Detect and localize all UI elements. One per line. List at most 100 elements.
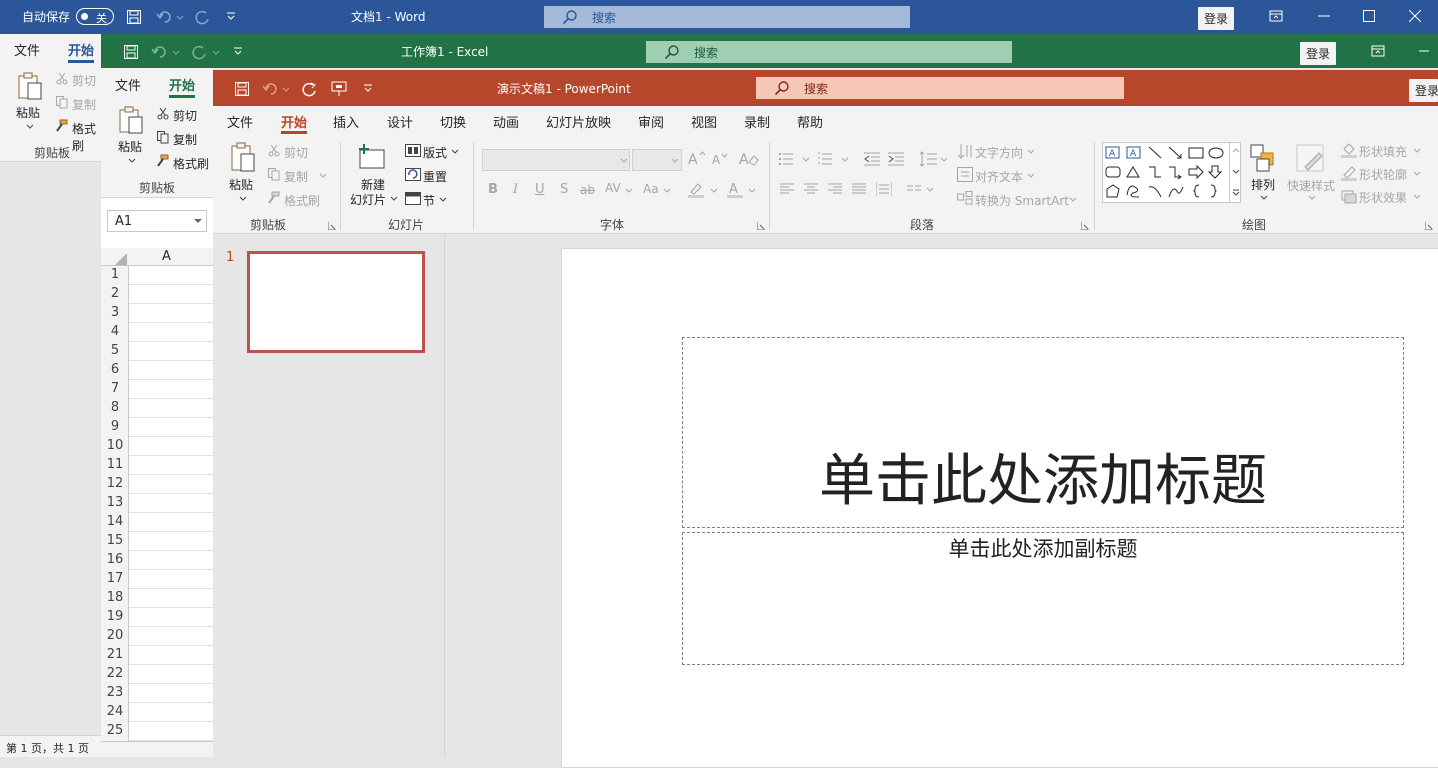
chevron-down-icon[interactable] [663, 188, 671, 194]
font-color-icon[interactable]: A [727, 181, 743, 198]
gallery-more-icon[interactable] [1232, 189, 1240, 197]
cell-a14[interactable] [129, 513, 213, 532]
cell-a10[interactable] [129, 437, 213, 456]
subtitle-placeholder[interactable]: 单击此处添加副标题 [682, 532, 1404, 665]
row-header[interactable]: 14 [101, 514, 129, 529]
align-text-label[interactable]: 对齐文本 [975, 168, 1023, 185]
numbering-icon[interactable] [818, 152, 852, 166]
ribbon-display-icon[interactable] [1269, 10, 1283, 22]
row-header[interactable]: 12 [101, 476, 129, 491]
arrange-label[interactable]: 排列 [1251, 176, 1275, 193]
shape-fill-label[interactable]: 形状填充 [1359, 143, 1407, 160]
subtitle-placeholder-text[interactable]: 单击此处添加副标题 [683, 535, 1403, 563]
row-header[interactable]: 20 [101, 628, 129, 643]
chevron-down-icon[interactable] [319, 173, 327, 179]
row-header[interactable]: 23 [101, 685, 129, 700]
align-text-icon[interactable] [957, 167, 973, 182]
tab-file[interactable]: 文件 [115, 75, 141, 94]
copy-icon[interactable] [157, 131, 169, 144]
row-header[interactable]: 18 [101, 590, 129, 605]
cell-a13[interactable] [129, 494, 213, 513]
tab-file[interactable]: 文件 [227, 112, 253, 131]
justify-icon[interactable] [852, 183, 866, 195]
chevron-down-icon[interactable] [1413, 171, 1421, 177]
tab-insert[interactable]: 插入 [333, 112, 359, 131]
shape-effects-icon[interactable] [1341, 188, 1357, 204]
undo-icon[interactable] [156, 9, 184, 25]
chevron-down-icon[interactable] [128, 158, 136, 164]
row-header[interactable]: 3 [101, 305, 129, 320]
bullets-icon[interactable] [779, 152, 813, 166]
chevron-down-icon[interactable] [748, 188, 756, 194]
shape-outline-icon[interactable] [1341, 165, 1357, 181]
increase-indent-icon[interactable] [888, 152, 904, 166]
new-slide-label-2[interactable]: 幻灯片 [350, 191, 386, 208]
row-header[interactable]: 4 [101, 324, 129, 339]
smartart-icon[interactable] [957, 191, 973, 206]
redo-icon[interactable] [191, 44, 221, 60]
strikethrough-button[interactable]: ab [580, 183, 595, 197]
chevron-down-icon[interactable] [1260, 195, 1268, 201]
cell-a17[interactable] [129, 570, 213, 589]
new-slide-icon[interactable] [358, 143, 388, 171]
cell-a6[interactable] [129, 361, 213, 380]
row-header[interactable]: 1 [101, 267, 129, 282]
decrease-font-icon[interactable]: A [712, 152, 728, 166]
reset-label[interactable]: 重置 [423, 168, 447, 185]
close-icon[interactable] [1409, 10, 1421, 22]
undo-icon[interactable] [262, 81, 292, 97]
tab-home[interactable]: 开始 [68, 40, 94, 59]
gallery-scroll[interactable] [1229, 143, 1241, 202]
copy-icon[interactable] [56, 96, 68, 109]
format-painter-icon[interactable] [155, 154, 169, 168]
chevron-down-icon[interactable] [1413, 148, 1421, 154]
minimize-icon[interactable] [1419, 50, 1429, 52]
cell-a23[interactable] [129, 684, 213, 703]
tab-slideshow[interactable]: 幻灯片放映 [546, 112, 611, 131]
slide-canvas[interactable]: 单击此处添加标题 单击此处添加副标题 [561, 248, 1438, 768]
row-header[interactable]: 7 [101, 381, 129, 396]
save-icon[interactable] [234, 81, 250, 97]
customize-toolbar-icon[interactable] [363, 83, 373, 93]
underline-button[interactable]: U [535, 182, 545, 197]
row-header[interactable]: 10 [101, 438, 129, 453]
word-search-box[interactable]: 搜索 [544, 6, 910, 28]
align-left-icon[interactable] [780, 183, 794, 195]
present-icon[interactable] [331, 80, 347, 97]
chevron-down-icon[interactable] [390, 196, 398, 202]
cell-a2[interactable] [129, 285, 213, 304]
customize-toolbar-icon[interactable] [233, 46, 243, 56]
cut-icon[interactable] [56, 73, 68, 85]
cell-a3[interactable] [129, 304, 213, 323]
text-direction-label[interactable]: 文字方向 [975, 144, 1023, 161]
section-icon[interactable] [405, 192, 421, 205]
customize-toolbar-icon[interactable] [226, 11, 236, 21]
row-header[interactable]: 11 [101, 457, 129, 472]
chevron-down-icon[interactable] [451, 149, 459, 155]
cut-icon[interactable] [157, 108, 169, 120]
cell-a1[interactable] [129, 266, 213, 285]
cell-a5[interactable] [129, 342, 213, 361]
cell-a15[interactable] [129, 532, 213, 551]
shape-effects-label[interactable]: 形状效果 [1359, 189, 1407, 206]
char-spacing-button[interactable]: AV [605, 181, 621, 195]
text-direction-icon[interactable] [957, 143, 973, 159]
bold-button[interactable]: B [488, 182, 498, 197]
tab-review[interactable]: 审阅 [638, 112, 664, 131]
chevron-down-icon[interactable] [1413, 194, 1421, 200]
copy-label[interactable]: 复制 [72, 96, 96, 113]
format-painter-label[interactable]: 格式刷 [72, 120, 101, 154]
cell-a21[interactable] [129, 646, 213, 665]
chevron-down-icon[interactable] [1308, 195, 1316, 201]
row-header[interactable]: 15 [101, 533, 129, 548]
chevron-down-icon[interactable] [625, 188, 633, 194]
cell-a24[interactable] [129, 703, 213, 722]
shapes-icon[interactable]: A A [1105, 145, 1227, 201]
dialog-launcher-icon[interactable] [328, 222, 336, 230]
chevron-down-icon[interactable] [1232, 169, 1240, 175]
format-painter-icon[interactable] [54, 119, 68, 133]
tab-view[interactable]: 视图 [691, 112, 717, 131]
maximize-icon[interactable] [1363, 10, 1375, 22]
dialog-launcher-icon[interactable] [757, 222, 765, 230]
chevron-down-icon[interactable] [239, 196, 247, 202]
